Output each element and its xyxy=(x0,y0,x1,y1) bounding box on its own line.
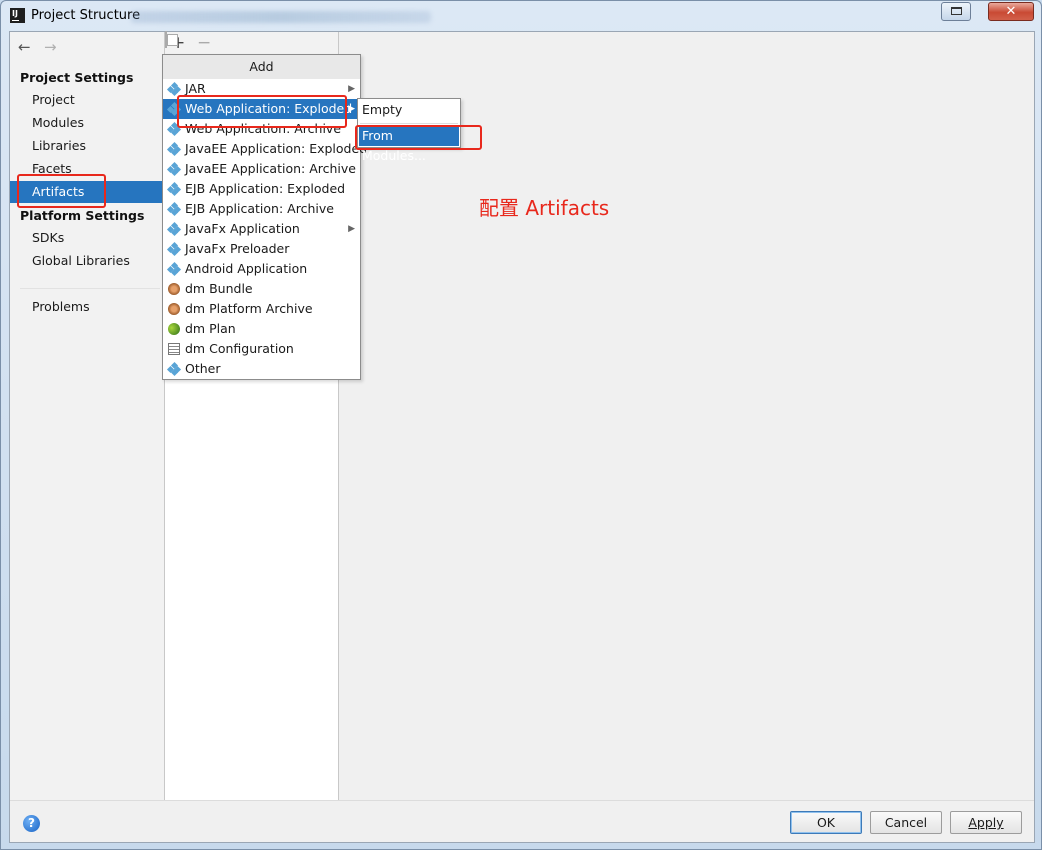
menu-item-javaee-application-exploded[interactable]: JavaEE Application: Exploded xyxy=(163,139,367,159)
submenu-arrow-icon: ▶ xyxy=(348,224,355,234)
menu-item-label: dm Plan xyxy=(185,321,236,336)
nav-item-libraries[interactable]: Libraries xyxy=(10,135,164,157)
nav-item-problems[interactable]: Problems xyxy=(10,296,164,318)
menu-item-label: dm Bundle xyxy=(185,281,253,296)
forward-arrow-icon[interactable]: → xyxy=(44,38,57,56)
menu-item-ejb-application-archive[interactable]: EJB Application: Archive xyxy=(163,199,360,219)
artifact-diamond-icon xyxy=(166,181,182,197)
annotation-label: 配置 Artifacts xyxy=(479,196,610,220)
restore-window-button[interactable] xyxy=(941,2,971,21)
menu-item-label: JavaFx Application xyxy=(185,221,300,236)
plan-icon xyxy=(168,323,180,335)
menu-item-label: dm Platform Archive xyxy=(185,301,313,316)
menu-item-label: dm Configuration xyxy=(185,341,294,356)
nav-item-project[interactable]: Project xyxy=(10,89,164,111)
menu-item-label: EJB Application: Archive xyxy=(185,201,334,216)
artifact-diamond-icon xyxy=(166,241,182,257)
submenu-arrow-icon: ▶ xyxy=(348,84,355,94)
cancel-button[interactable]: Cancel xyxy=(870,811,942,834)
menu-item-javaee-application-archive[interactable]: JavaEE Application: Archive xyxy=(163,159,360,179)
menu-item-dm-platform-archive[interactable]: dm Platform Archive xyxy=(163,299,360,319)
configuration-icon xyxy=(168,343,180,355)
artifact-diamond-icon xyxy=(166,101,182,117)
menu-item-other[interactable]: Other xyxy=(163,359,360,379)
menu-item-label: JAR xyxy=(185,81,206,96)
menu-item-label: JavaEE Application: Archive xyxy=(185,161,356,176)
close-window-button[interactable]: ✕ xyxy=(988,2,1034,21)
bundle-icon xyxy=(168,303,180,315)
window-title: Project Structure xyxy=(31,8,141,23)
add-artifact-popup-menu: Add JAR ▶ Web Application: Exploded ▶ Web Ap… xyxy=(162,54,367,380)
nav-item-modules[interactable]: Modules xyxy=(10,112,164,134)
menu-item-label: EJB Application: Exploded xyxy=(185,181,346,196)
title-bar: IJ Project Structure ✕ xyxy=(1,1,1041,31)
dialog-button-bar: ? OK Cancel Apply xyxy=(10,800,1034,842)
artifact-diamond-icon xyxy=(166,81,182,97)
restore-icon xyxy=(951,7,962,15)
menu-item-jar[interactable]: JAR ▶ xyxy=(163,79,360,99)
menu-item-label: Android Application xyxy=(185,261,308,276)
menu-item-javafx-preloader[interactable]: JavaFx Preloader xyxy=(163,239,360,259)
artifact-diamond-icon xyxy=(166,121,182,137)
nav-item-facets[interactable]: Facets xyxy=(10,158,164,180)
project-settings-header: Project Settings xyxy=(20,70,134,85)
artifact-diamond-icon xyxy=(166,221,182,237)
artifact-diamond-icon xyxy=(166,201,182,217)
artifact-diamond-icon xyxy=(166,161,182,177)
menu-item-label: JavaFx Preloader xyxy=(185,241,290,256)
copy-icon[interactable] xyxy=(165,31,167,48)
project-structure-window: IJ Project Structure ✕ ← → Project Setti… xyxy=(0,0,1042,850)
apply-button[interactable]: Apply xyxy=(950,811,1022,834)
menu-item-javafx-application[interactable]: JavaFx Application ▶ xyxy=(163,219,360,239)
submenu-arrow-icon: ▶ xyxy=(348,104,355,114)
menu-item-web-application-archive[interactable]: Web Application: Archive xyxy=(163,119,360,139)
settings-navigation: ← → Project Settings Project Modules Lib… xyxy=(10,32,164,842)
submenu-separator xyxy=(360,123,458,124)
artifact-diamond-icon xyxy=(166,361,182,377)
artifacts-toolbar: + − xyxy=(165,31,338,56)
menu-item-label: Other xyxy=(185,361,221,376)
nav-item-global-libraries[interactable]: Global Libraries xyxy=(10,250,164,272)
platform-settings-header: Platform Settings xyxy=(20,208,145,223)
artifact-diamond-icon xyxy=(166,141,182,157)
submenu-item-from-modules[interactable]: From Modules... xyxy=(359,126,459,163)
web-application-exploded-submenu: Empty From Modules... xyxy=(357,98,461,163)
ok-button[interactable]: OK xyxy=(790,811,862,834)
artifact-diamond-icon xyxy=(166,261,182,277)
menu-item-android-application[interactable]: Android Application xyxy=(163,259,360,279)
help-icon[interactable]: ? xyxy=(23,815,40,832)
menu-item-ejb-application-exploded[interactable]: EJB Application: Exploded xyxy=(163,179,360,199)
menu-item-dm-configuration[interactable]: dm Configuration xyxy=(163,339,360,359)
popup-header: Add xyxy=(163,55,360,79)
menu-item-dm-bundle[interactable]: dm Bundle xyxy=(163,279,360,299)
menu-item-label: Web Application: Exploded xyxy=(185,101,353,116)
menu-item-label: JavaEE Application: Exploded xyxy=(185,141,368,156)
back-arrow-icon[interactable]: ← xyxy=(18,38,31,56)
nav-item-sdks[interactable]: SDKs xyxy=(10,227,164,249)
nav-item-artifacts[interactable]: Artifacts xyxy=(10,181,164,203)
menu-item-dm-plan[interactable]: dm Plan xyxy=(163,319,360,339)
intellij-app-icon: IJ xyxy=(10,8,25,23)
nav-divider xyxy=(20,288,160,289)
menu-item-web-application-exploded[interactable]: Web Application: Exploded ▶ xyxy=(163,99,360,119)
menu-item-label: Web Application: Archive xyxy=(185,121,342,136)
blurred-background-text xyxy=(131,11,431,23)
remove-icon[interactable]: − xyxy=(197,34,211,52)
submenu-item-empty[interactable]: Empty xyxy=(359,100,459,120)
bundle-icon xyxy=(168,283,180,295)
